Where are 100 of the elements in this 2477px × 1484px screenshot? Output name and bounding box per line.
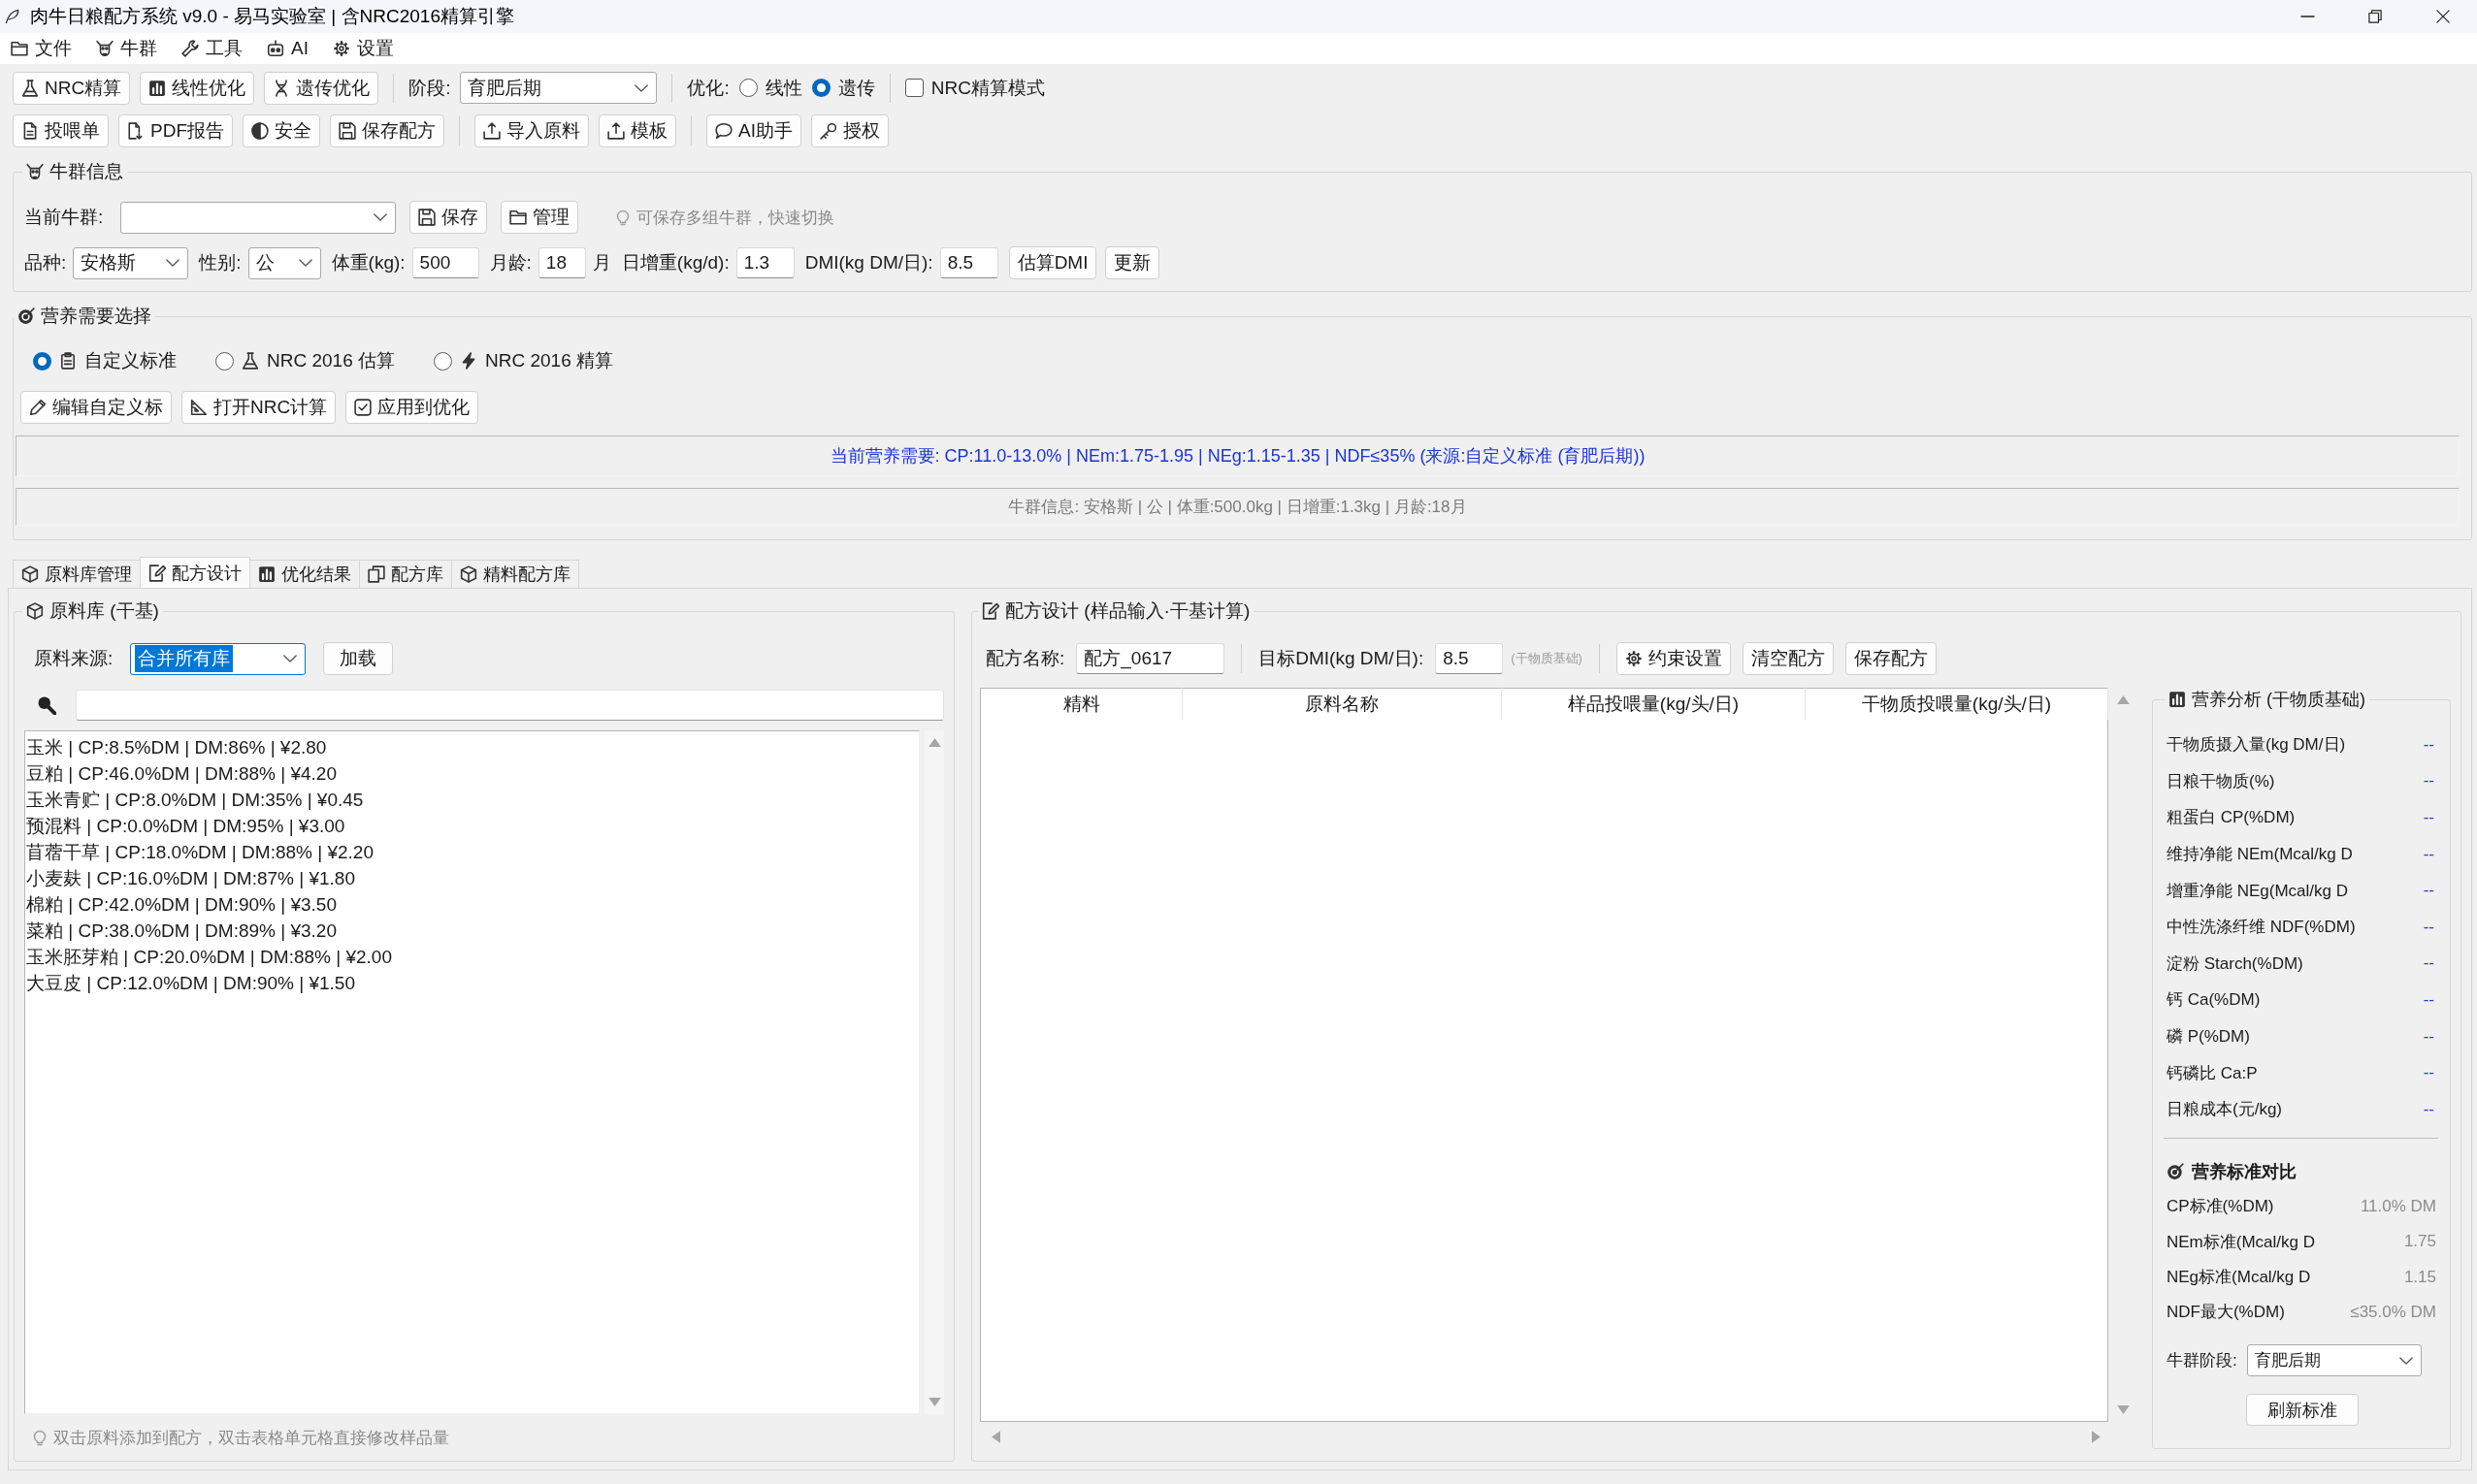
button[interactable]: 清空配方 xyxy=(1742,642,1834,675)
button[interactable]: 打开NRC计算 xyxy=(181,390,337,424)
toolbar-button[interactable]: 保存配方 xyxy=(330,113,444,147)
scrollbar[interactable] xyxy=(925,730,944,1414)
button[interactable]: 编辑自定义标 xyxy=(20,390,172,424)
list-item[interactable]: 大豆皮 | CP:12.0%DM | DM:90% | ¥1.50 xyxy=(26,970,919,996)
button[interactable]: 加载 xyxy=(323,642,394,675)
text-field[interactable]: 500 xyxy=(411,247,479,278)
toolbar-button[interactable]: 线性优化 xyxy=(140,71,255,105)
scroll-up-icon[interactable] xyxy=(2116,695,2130,704)
list-item[interactable]: 玉米青贮 | CP:8.0%DM | DM:35% | ¥0.45 xyxy=(26,787,919,813)
radio-label[interactable]: NRC 2016 精算 xyxy=(485,348,613,373)
toolbar-button[interactable]: 导入原料 xyxy=(474,113,589,147)
settings-icon xyxy=(332,40,350,57)
radio-button[interactable] xyxy=(215,351,234,371)
wrench-icon xyxy=(181,40,199,57)
button[interactable]: 保存配方 xyxy=(1844,642,1937,675)
tab[interactable]: 配方设计 xyxy=(140,557,250,588)
copy-icon xyxy=(368,565,385,583)
metric-label: 干物质摄入量(kg DM/日) xyxy=(2167,734,2346,757)
section-title: 营养标准对比 xyxy=(2192,1160,2297,1183)
button[interactable]: 更新 xyxy=(1105,246,1160,279)
radio-label[interactable]: 自定义标准 xyxy=(84,348,177,373)
radio-button[interactable] xyxy=(738,79,758,97)
button[interactable]: 管理 xyxy=(501,201,579,234)
metric-value: -- xyxy=(2423,771,2434,791)
metric-label: 磷 P(%DM) xyxy=(2167,1026,2250,1048)
tab[interactable]: 原料库管理 xyxy=(13,560,141,588)
field-label: 目标DMI(kg DM/日): xyxy=(1258,647,1424,670)
search-field[interactable] xyxy=(76,689,944,721)
list-item[interactable]: 预混料 | CP:0.0%DM | DM:95% | ¥3.00 xyxy=(26,813,919,839)
chevron-down-icon xyxy=(166,259,180,267)
document-icon xyxy=(21,121,39,140)
text-field[interactable]: 1.3 xyxy=(735,247,795,278)
toolbar-button[interactable]: 授权 xyxy=(810,113,889,147)
scroll-up-icon[interactable] xyxy=(928,738,941,747)
unit-label: 月 xyxy=(592,251,611,274)
dropdown[interactable]: 育肥后期 xyxy=(460,72,658,104)
dropdown[interactable] xyxy=(120,201,397,234)
dropdown[interactable]: 合并所有库 xyxy=(130,642,307,675)
column-header[interactable]: 精料 xyxy=(980,688,1183,720)
toolbar-button[interactable]: PDF报告 xyxy=(118,113,233,147)
folder-icon xyxy=(11,40,28,57)
bar-chart-icon xyxy=(148,79,167,97)
toolbar-button[interactable]: 遗传优化 xyxy=(264,71,379,105)
text-field[interactable]: 8.5 xyxy=(1435,643,1504,674)
button[interactable]: 约束设置 xyxy=(1615,642,1731,675)
menu-item[interactable]: 文件 xyxy=(8,35,75,62)
menu-item[interactable]: 工具 xyxy=(179,35,245,62)
list-item[interactable]: 豆粕 | CP:46.0%DM | DM:88% | ¥4.20 xyxy=(26,760,919,787)
button[interactable]: 刷新标准 xyxy=(2246,1394,2359,1427)
dropdown[interactable]: 公 xyxy=(247,246,321,279)
toolbar-button[interactable]: 投喂单 xyxy=(13,113,109,147)
metric-value: -- xyxy=(2423,989,2434,1010)
dropdown[interactable]: 安格斯 xyxy=(73,246,189,279)
column-header[interactable]: 样品投喂量(kg/头/日) xyxy=(1501,688,1806,720)
tray-arrow-icon xyxy=(607,121,625,140)
bar-chart-icon xyxy=(258,565,276,583)
radio-label[interactable]: 线性 xyxy=(765,75,802,101)
dropdown[interactable]: 育肥后期 xyxy=(2246,1344,2422,1377)
radio-button[interactable] xyxy=(434,351,452,371)
hint-text: 可保存多组牛群，快速切换 xyxy=(636,207,835,229)
tab[interactable]: 精料配方库 xyxy=(451,560,579,588)
menu-item[interactable]: 牛群 xyxy=(93,35,160,62)
list-item[interactable]: 苜蓿干草 | CP:18.0%DM | DM:88% | ¥2.20 xyxy=(26,839,919,865)
scroll-down-icon[interactable] xyxy=(928,1398,941,1406)
scroll-right-icon[interactable] xyxy=(2092,1430,2101,1443)
text-field[interactable]: 配方_0617 xyxy=(1076,643,1225,674)
list-item[interactable]: 小麦麸 | CP:16.0%DM | DM:87% | ¥1.80 xyxy=(26,865,919,891)
button[interactable]: 应用到优化 xyxy=(345,390,479,424)
text-field[interactable]: 8.5 xyxy=(939,247,998,278)
list-item[interactable]: 菜粕 | CP:38.0%DM | DM:89% | ¥3.20 xyxy=(26,918,919,944)
button[interactable]: 估算DMI xyxy=(1008,246,1097,279)
toolbar-button[interactable]: AI助手 xyxy=(706,113,801,147)
list-item[interactable]: 棉粕 | CP:42.0%DM | DM:90% | ¥3.50 xyxy=(26,891,919,918)
button[interactable]: 保存 xyxy=(409,201,488,234)
checkbox-label[interactable]: NRC精算模式 xyxy=(930,75,1045,101)
menu-item[interactable]: 设置 xyxy=(329,35,397,62)
checkbox[interactable] xyxy=(904,79,924,97)
toolbar-button[interactable]: 模板 xyxy=(599,113,676,147)
column-header[interactable]: 干物质投喂量(kg/头/日) xyxy=(1805,688,2108,720)
chevron-down-icon xyxy=(283,655,298,662)
list-item[interactable]: 玉米胚芽粕 | CP:20.0%DM | DM:88% | ¥2.00 xyxy=(26,944,919,970)
check-square-icon xyxy=(354,398,373,416)
menu-item[interactable]: AI xyxy=(264,35,311,62)
scroll-left-icon[interactable] xyxy=(992,1430,1000,1443)
radio-label[interactable]: NRC 2016 估算 xyxy=(267,348,395,373)
list-item[interactable]: 玉米 | CP:8.5%DM | DM:86% | ¥2.80 xyxy=(26,734,919,760)
text-field[interactable]: 18 xyxy=(538,247,586,278)
toolbar-button[interactable]: 安全 xyxy=(243,113,320,147)
document-arrow-icon xyxy=(127,121,145,140)
group-title: 营养分析 (干物质基础) xyxy=(2192,689,2365,711)
radio-button[interactable] xyxy=(33,351,51,371)
radio-button[interactable] xyxy=(811,79,831,97)
scroll-down-icon[interactable] xyxy=(2116,1405,2130,1414)
bar-chart-icon xyxy=(2168,691,2186,708)
cube-icon xyxy=(460,565,477,583)
column-header[interactable]: 原料名称 xyxy=(1182,688,1502,720)
radio-label[interactable]: 遗传 xyxy=(837,75,875,101)
toolbar-button[interactable]: NRC精算 xyxy=(13,71,131,105)
